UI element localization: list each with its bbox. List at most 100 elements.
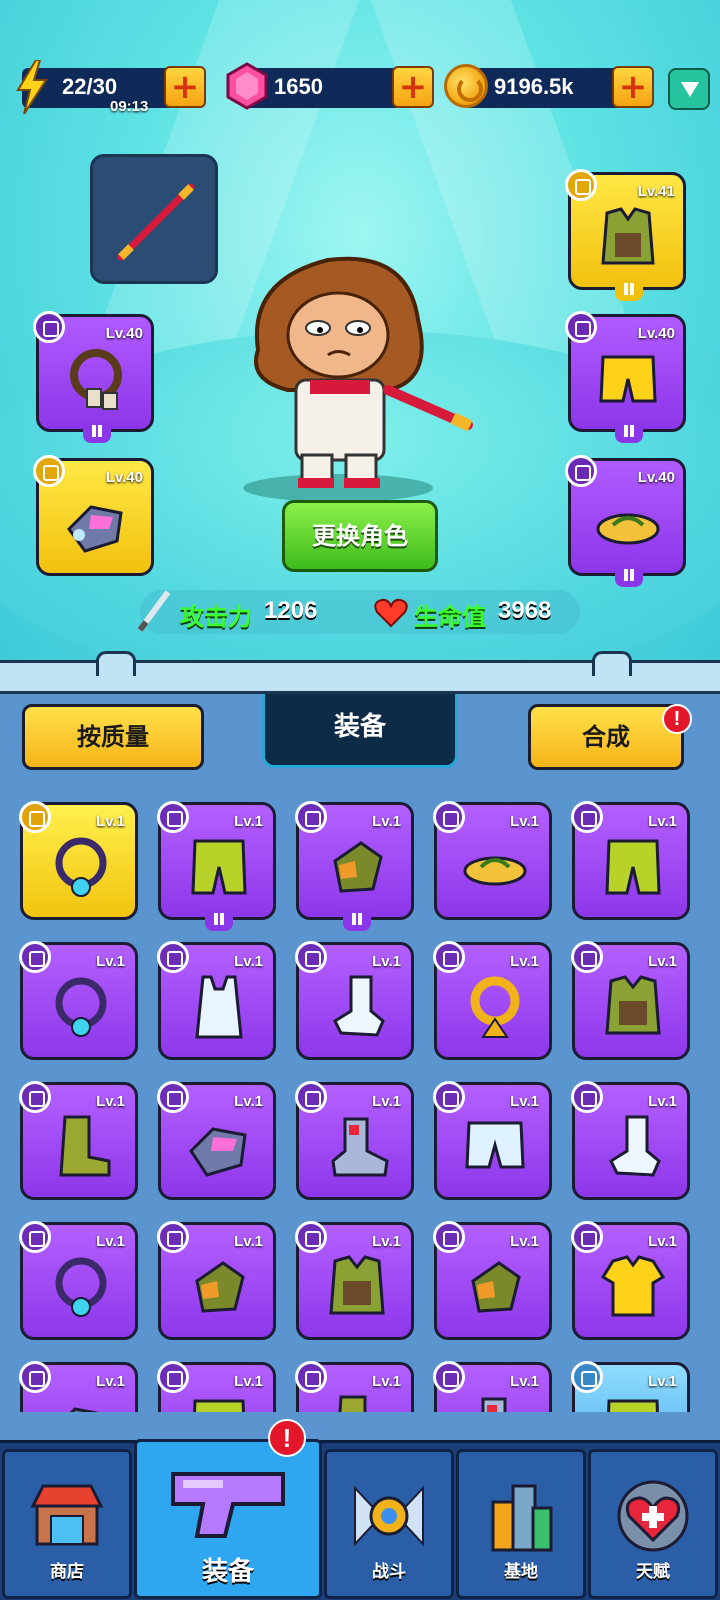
inventory-item[interactable]: Lv.1 [571,1221,690,1340]
swap-indicator-icon [615,565,643,587]
boot-icon [59,1115,111,1177]
equipped-necklace-slot[interactable]: Lv.40 [33,311,154,443]
gauntlet-icon [189,1127,247,1177]
equipped-armor-level: Lv.41 [637,183,675,200]
inventory-item[interactable]: Lv.1 [157,1081,276,1200]
slot-type-badge-icon [157,1221,189,1253]
inventory-item[interactable]: Lv.1 [433,801,552,920]
slot-type-badge-icon [295,941,327,973]
equipped-pants-slot[interactable]: Lv.40 [565,311,686,443]
inventory-item[interactable]: Lv.1 [157,941,276,1060]
inventory-item[interactable]: Lv.1 [433,1081,552,1200]
heart-icon [374,598,408,628]
energy-timer: 09:13 [110,98,149,115]
attack-value: 1206 [264,597,318,624]
sock-icon [333,975,385,1037]
add-coins-button[interactable]: + [612,66,654,108]
shield-icon [681,82,699,97]
item-level: Lv.1 [510,1093,539,1110]
inventory-grid: Lv.1 Lv.1 Lv.1 Lv.1 Lv.1 Lv.1 Lv.1 Lv.1 Lv.1 Lv.1… [18,800,708,1412]
equipped-gloves-level: Lv.40 [105,469,143,486]
shirt-icon [600,1255,666,1317]
item-level: Lv.1 [510,1373,539,1390]
slot-type-badge-icon [295,1221,327,1253]
item-level: Lv.1 [648,1373,677,1390]
slot-type-badge-icon [433,801,465,833]
inventory-item[interactable]: Lv.1 [571,1361,690,1412]
equipped-armor-slot[interactable]: Lv.41 [565,169,686,301]
inventory-item[interactable]: Lv.1 [19,1361,138,1412]
gun-icon [171,1472,285,1538]
inventory-item[interactable]: Lv.1 [19,1221,138,1340]
slot-type-badge-icon [19,1361,51,1393]
inventory-item[interactable]: Lv.1 [433,1361,552,1412]
slot-type-badge-icon [571,1361,603,1393]
item-level: Lv.1 [372,1373,401,1390]
inventory-item[interactable]: Lv.1 [19,801,138,920]
equipment-tab-title: 装备 [262,694,458,768]
necklace-icon [55,977,107,1037]
merge-button[interactable]: 合成 [528,704,684,770]
inventory-item[interactable]: Lv.1 [295,801,414,931]
item-level: Lv.1 [510,953,539,970]
attack-label: 攻击力 [180,603,252,631]
merge-alert-badge: ! [662,704,692,734]
nav-base[interactable]: 基地 [456,1449,586,1599]
upgrade-indicator-icon [615,279,643,301]
sneaker-icon [331,1117,389,1177]
slot-type-badge-icon [433,1221,465,1253]
inventory-item[interactable]: Lv.1 [433,941,552,1060]
weapon-slot[interactable] [90,154,218,284]
equipped-shoes-slot[interactable]: Lv.40 [565,455,686,587]
inventory-item[interactable]: Lv.1 [433,1221,552,1340]
equipped-shoes-level: Lv.40 [637,469,675,486]
inventory-item[interactable]: Lv.1 [295,1361,414,1412]
monkey-character [243,256,473,502]
inventory-item[interactable]: Lv.1 [571,1081,690,1200]
item-level: Lv.1 [372,953,401,970]
equipped-necklace-level: Lv.40 [105,325,143,342]
nav-battle[interactable]: 战斗 [324,1449,454,1599]
nav-shop[interactable]: 商店 [2,1449,132,1599]
nav-talent[interactable]: 天赋 [588,1449,718,1599]
shop-icon [30,1484,104,1546]
inventory-item[interactable]: Lv.1 [157,1221,276,1340]
shield-icon-button[interactable] [668,68,710,110]
tank-top-icon [195,975,243,1039]
inventory-item[interactable]: Lv.1 [157,1361,276,1412]
inventory-item[interactable]: Lv.1 [295,1081,414,1200]
inventory-item[interactable]: Lv.1 [571,941,690,1060]
sneaker-icon [481,1397,507,1412]
slot-type-badge-icon [19,1221,51,1253]
item-level: Lv.1 [648,813,677,830]
building-icon [491,1484,553,1552]
stats-bar: 攻击力 1206 生命值 3968 [137,590,580,634]
nav-battle-label: 战斗 [372,1562,406,1582]
equipment-alert-badge: ! [268,1419,306,1457]
inventory-item[interactable]: Lv.1 [19,1081,138,1200]
yellow-shorts-icon [599,355,657,403]
add-energy-button[interactable]: + [164,66,206,108]
change-character-button[interactable]: 更换角色 [282,500,438,572]
item-level: Lv.1 [510,813,539,830]
gem-icon [226,62,268,110]
inventory-item[interactable]: Lv.1 [571,801,690,920]
equipped-gloves-slot[interactable]: Lv.40 [33,455,154,576]
slot-type-badge-icon [157,1361,189,1393]
swap-indicator-icon [615,421,643,443]
glove-icon [333,841,383,893]
sort-by-quality-button[interactable]: 按质量 [22,704,204,770]
slot-type-badge-icon [571,801,603,833]
pants-icon [193,1399,245,1412]
nav-equipment[interactable]: 装备 [134,1439,322,1599]
inventory-item[interactable]: Lv.1 [295,941,414,1060]
inventory-item[interactable]: Lv.1 [295,1221,414,1340]
item-level: Lv.1 [648,953,677,970]
slot-type-badge-icon [157,801,189,833]
panel-divider [0,651,720,694]
pants-icon [605,839,661,895]
inventory-item[interactable]: Lv.1 [157,801,276,931]
add-gems-button[interactable]: + [392,66,434,108]
glove-icon [471,1261,521,1313]
inventory-item[interactable]: Lv.1 [19,941,138,1060]
